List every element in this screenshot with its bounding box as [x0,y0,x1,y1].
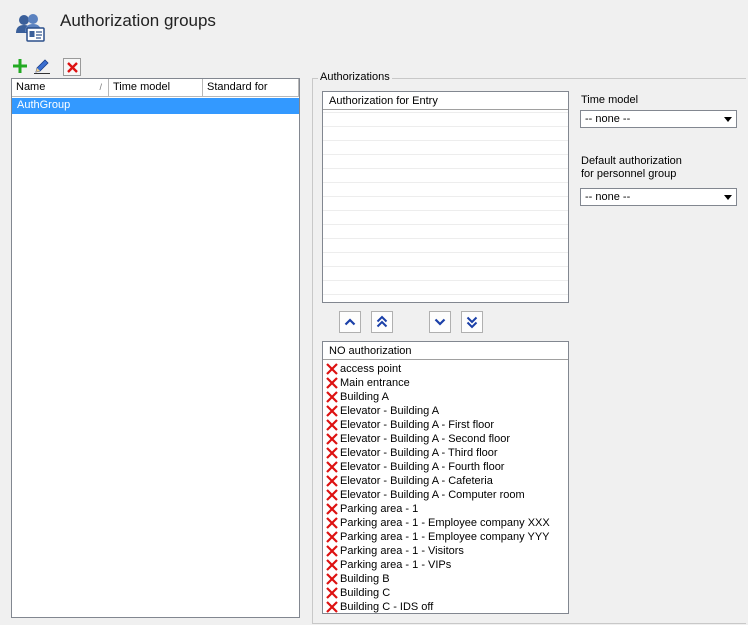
red-cross-icon [326,587,338,599]
list-item[interactable]: Elevator - Building A - Fourth floor [326,460,550,474]
authorization-for-entry-header: Authorization for Entry [323,92,568,110]
list-item-label: Parking area - 1 - Employee company XXX [340,517,550,529]
default-authorization-label-line2: for personnel group [581,168,677,180]
move-up-icon [344,318,356,326]
list-item-label: Main entrance [340,377,410,389]
plus-icon [13,59,27,73]
page-title: Authorization groups [60,11,216,30]
red-cross-icon [326,363,338,375]
list-item[interactable]: Elevator - Building A - Second floor [326,432,550,446]
red-cross-icon [326,601,338,613]
list-item[interactable]: Elevator - Building A - First floor [326,418,550,432]
red-cross-icon [326,489,338,501]
red-cross-icon [326,503,338,515]
red-cross-icon [326,419,338,431]
list-item-label: Elevator - Building A - Third floor [340,447,498,459]
list-item-label: Elevator - Building A - Fourth floor [340,461,505,473]
list-item[interactable]: Parking area - 1 - Visitors [326,544,550,558]
red-cross-icon [326,377,338,389]
list-item[interactable]: Building C [326,586,550,600]
list-item-label: Elevator - Building A - Second floor [340,433,510,445]
list-item-label: Elevator - Building A - Computer room [340,489,525,501]
chevron-down-icon[interactable] [721,112,735,126]
list-item[interactable]: Elevator - Building A - Cafeteria [326,474,550,488]
default-authorization-label: Default authorization [581,155,682,167]
close-icon [66,61,78,73]
move-all-up-icon [376,315,388,328]
list-item-label: Parking area - 1 - Employee company YYY [340,531,550,543]
list-item[interactable]: Main entrance [326,376,550,390]
list-item-label: Parking area - 1 [340,503,419,515]
column-header-standard-for[interactable]: Standard for [203,79,299,97]
no-authorization-list[interactable]: NO authorization access point Main entran… [322,341,569,614]
column-header-name[interactable]: Name / [12,79,109,97]
list-item-label: Building C - IDS off [340,601,434,613]
authorization-groups-icon [14,13,46,43]
authorization-groups-table[interactable]: Name / Time model Standard for AuthGroup [11,78,300,618]
edit-button[interactable] [33,57,51,75]
delete-button[interactable] [63,58,81,76]
list-item[interactable]: Parking area - 1 - Employee company XXX [326,516,550,530]
list-item[interactable]: Building A [326,390,550,404]
default-authorization-value: -- none -- [585,191,631,203]
list-item[interactable]: Parking area - 1 - VIPs [326,558,550,572]
red-cross-icon [326,475,338,487]
group-name-cell: AuthGroup [17,99,71,111]
list-item-label: Elevator - Building A - First floor [340,419,495,431]
table-row[interactable]: AuthGroup [12,98,299,114]
list-item-label: Building B [340,573,390,585]
list-item[interactable]: access point [326,362,550,376]
red-cross-icon [326,531,338,543]
move-down-button[interactable] [429,311,451,333]
list-item[interactable]: Building C - IDS off [326,600,550,613]
red-cross-icon [326,391,338,403]
chevron-down-icon[interactable] [721,190,735,204]
move-up-button[interactable] [339,311,361,333]
column-header-time-model[interactable]: Time model [109,79,203,97]
time-model-value: -- none -- [585,113,631,125]
list-item[interactable]: Elevator - Building A - Third floor [326,446,550,460]
list-item-label: Parking area - 1 - Visitors [340,545,464,557]
red-cross-icon [326,517,338,529]
default-authorization-select[interactable]: -- none -- [580,188,737,206]
move-all-up-button[interactable] [371,311,393,333]
red-cross-icon [326,447,338,459]
list-item[interactable]: Elevator - Building A [326,404,550,418]
red-cross-icon [326,405,338,417]
list-item-label: Building C [340,587,391,599]
authorization-for-entry-list[interactable]: Authorization for Entry [322,91,569,303]
time-model-label: Time model [581,94,639,106]
list-item[interactable]: Building B [326,572,550,586]
list-item-label: Building A [340,391,389,403]
list-item-label: access point [340,363,402,375]
red-cross-icon [326,433,338,445]
list-item[interactable]: Parking area - 1 - Employee company YYY [326,530,550,544]
red-cross-icon [326,559,338,571]
add-button[interactable] [11,57,29,75]
red-cross-icon [326,461,338,473]
sort-indicator-icon: / [99,82,102,92]
pencil-icon [34,59,50,74]
move-down-icon [434,318,446,326]
red-cross-icon [326,545,338,557]
list-item-label: Elevator - Building A - Cafeteria [340,475,493,487]
time-model-select[interactable]: -- none -- [580,110,737,128]
red-cross-icon [326,573,338,585]
list-item-label: Elevator - Building A [340,405,440,417]
move-all-down-icon [466,316,478,329]
list-item[interactable]: Elevator - Building A - Computer room [326,488,550,502]
list-item-label: Parking area - 1 - VIPs [340,559,452,571]
no-authorization-header: NO authorization [323,342,568,360]
list-item[interactable]: Parking area - 1 [326,502,550,516]
move-all-down-button[interactable] [461,311,483,333]
authorizations-group-title: Authorizations [318,71,392,83]
